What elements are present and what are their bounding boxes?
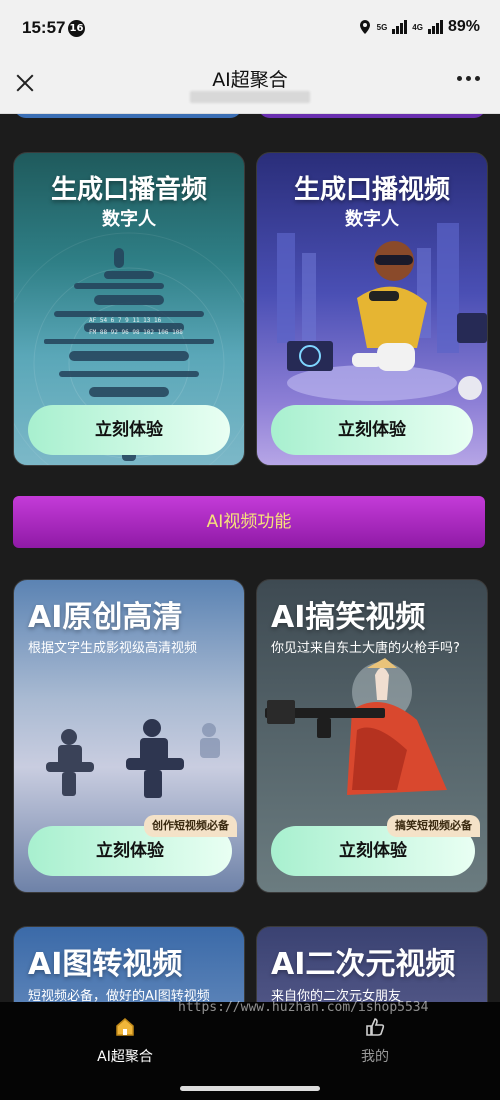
- status-bar: 15:57 16 5G 4G 89%: [0, 0, 500, 58]
- watermark-text: https://www.huzhan.com/ishop5534: [178, 1000, 429, 1015]
- try-now-button[interactable]: 立刻体验: [28, 405, 230, 455]
- card-title: AI搞笑视频: [271, 600, 426, 635]
- card-title: AI二次元视频: [271, 947, 456, 982]
- card-ai-anime-video[interactable]: AI二次元视频 来自你的二次元女朋友: [256, 926, 488, 1002]
- more-options-icon[interactable]: [457, 76, 480, 81]
- card-title: AI原创高清: [28, 600, 183, 635]
- card-title: AI图转视频: [28, 947, 183, 982]
- tab-label: 我的: [361, 1049, 389, 1065]
- battery-percent: 89%: [447, 18, 480, 35]
- home-icon: [116, 1018, 134, 1036]
- must-have-tag: 创作短视频必备: [144, 815, 237, 837]
- location-icon: [359, 20, 370, 34]
- card-ai-original-hd[interactable]: AI原创高清 根据文字生成影视级高清视频 立刻体验 创作短视频必备: [13, 579, 245, 893]
- try-now-button[interactable]: 立刻体验: [271, 405, 473, 455]
- tab-mine[interactable]: 我的: [315, 1016, 435, 1066]
- card-description: 根据文字生成影视级高清视频: [28, 641, 198, 656]
- main-content[interactable]: 生成口播音频 数字人 AF 54 6 7 9 11 13 16 FM 88 92…: [0, 114, 500, 1002]
- card-description: 你见过来自东土大唐的火枪手吗?: [271, 641, 460, 656]
- card-audio-digital-human[interactable]: 生成口播音频 数字人 AF 54 6 7 9 11 13 16 FM 88 92…: [13, 152, 245, 466]
- status-time: 15:57: [22, 18, 66, 37]
- card-subtitle: 数字人: [102, 209, 156, 230]
- signal-icon: [392, 20, 408, 34]
- signal-icon-2: [427, 20, 443, 34]
- waveform-label-1: AF 54 6 7 9 11 13 16: [89, 317, 162, 324]
- card-title: 生成口播音频: [50, 175, 207, 205]
- tab-ai-aggregate[interactable]: AI超聚合: [65, 1016, 185, 1066]
- network-5g-label: 5G: [376, 22, 388, 32]
- must-have-tag: 搞笑短视频必备: [387, 815, 480, 837]
- blurred-subtitle: [190, 91, 310, 103]
- card-video-digital-human[interactable]: 生成口播视频 数字人 立刻体验: [256, 152, 488, 466]
- previous-card-peek: [14, 114, 242, 118]
- notification-count-badge: 16: [68, 20, 85, 37]
- tab-label: AI超聚合: [97, 1049, 153, 1065]
- home-indicator[interactable]: [180, 1086, 320, 1091]
- card-subtitle: 数字人: [345, 209, 399, 230]
- status-right: 5G 4G 89%: [358, 18, 480, 36]
- page-title: AI超聚合: [212, 69, 288, 91]
- previous-card-peek-2: [258, 114, 486, 118]
- ai-video-feature-banner[interactable]: AI视频功能: [13, 496, 485, 548]
- card-ai-image-to-video[interactable]: AI图转视频 短视频必备，做好的AI图转视频: [13, 926, 245, 1002]
- title-bar: AI超聚合: [0, 58, 500, 114]
- thumbs-up-icon: [366, 1018, 385, 1036]
- network-4g-label: 4G: [412, 22, 423, 32]
- card-title: 生成口播视频: [293, 175, 450, 205]
- waveform-label-2: FM 88 92 96 98 102 106 108: [89, 329, 183, 336]
- card-ai-funny-video[interactable]: AI搞笑视频 你见过来自东土大唐的火枪手吗? 立刻体验 搞笑短视频必备: [256, 579, 488, 893]
